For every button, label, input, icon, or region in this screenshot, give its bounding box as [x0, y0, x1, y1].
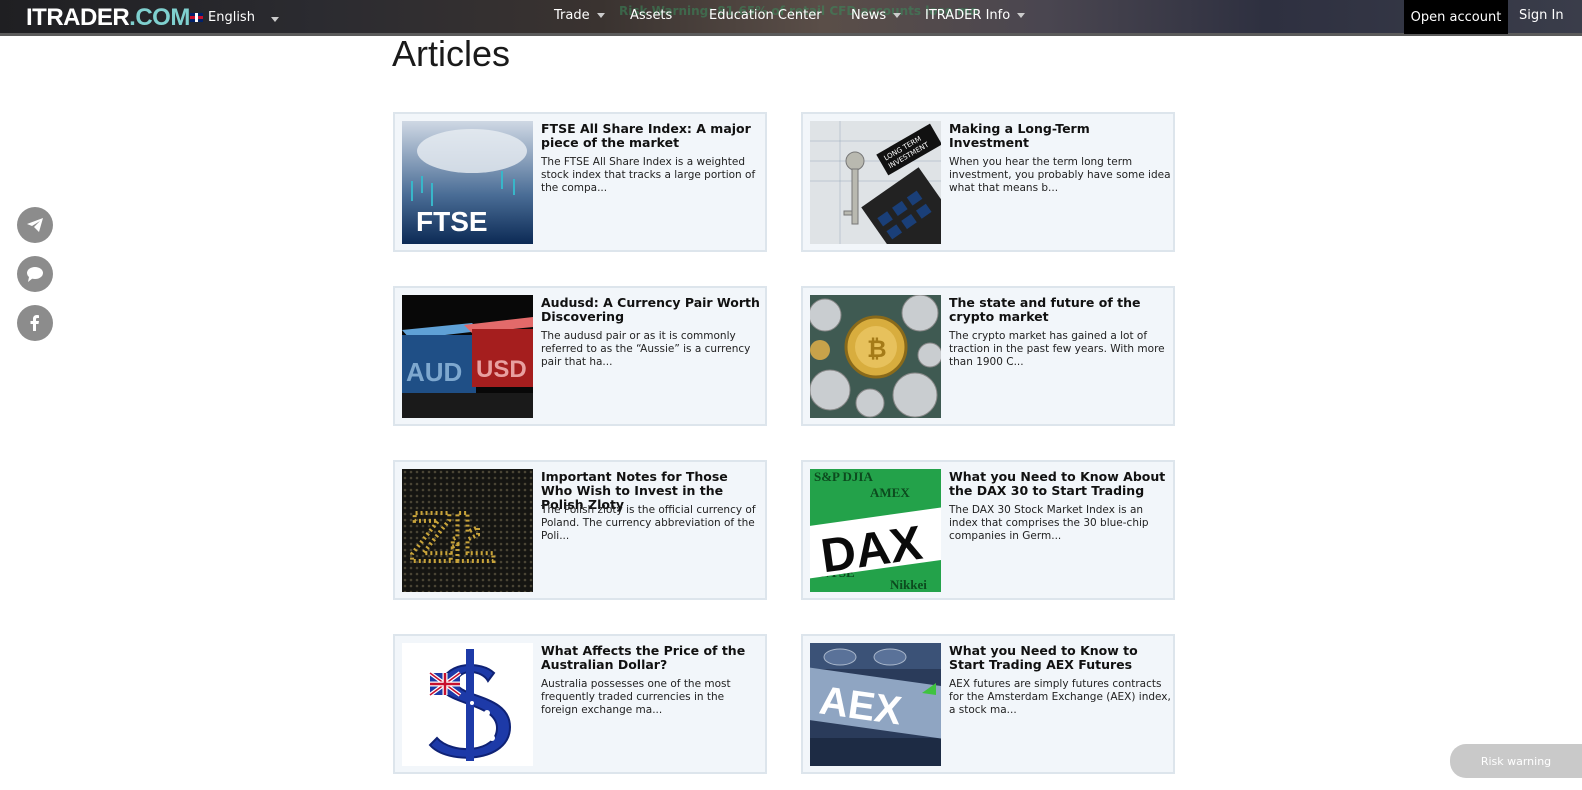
- article-excerpt: AEX futures are simply futures contracts…: [949, 678, 1171, 716]
- ftse-image[interactable]: FTSE: [402, 121, 533, 244]
- article-title[interactable]: What you Need to Know About the DAX 30 t…: [949, 470, 1169, 498]
- nav-news-label: News: [851, 8, 887, 23]
- article-excerpt: The audusd pair or as it is commonly ref…: [541, 330, 751, 368]
- article-title[interactable]: What Affects the Price of the Australian…: [541, 644, 761, 672]
- telegram-icon: [27, 218, 43, 232]
- article-excerpt: The DAX 30 Stock Market Index is an inde…: [949, 504, 1149, 542]
- chat-icon: [27, 267, 43, 282]
- zloty-image[interactable]: ZŁ: [402, 469, 533, 592]
- page-title: Articles: [392, 33, 511, 74]
- svg-text:USD: USD: [476, 356, 527, 383]
- uk-flag-icon: [190, 13, 203, 22]
- chat-button[interactable]: [17, 256, 53, 292]
- svg-text:AMEX: AMEX: [870, 485, 910, 500]
- article-excerpt: Australia possesses one of the most freq…: [541, 678, 731, 716]
- chevron-down-icon: [893, 13, 902, 18]
- long-term-investment-image[interactable]: LONG TERM INVESTMENT: [810, 121, 941, 244]
- language-label: English: [208, 10, 255, 25]
- aud-usd-image[interactable]: AUD USD: [402, 295, 533, 418]
- chevron-down-icon: [596, 13, 605, 18]
- article-card[interactable]: ₿ The state and future of the crypto mar…: [801, 286, 1175, 426]
- article-card[interactable]: ZŁ Important Notes for Those Who Wish to…: [393, 460, 767, 600]
- site-logo[interactable]: ITRADER.COM: [26, 4, 190, 32]
- nav-itrader-info[interactable]: ITRADER Info: [925, 8, 1026, 23]
- svg-text:FTSE: FTSE: [416, 206, 488, 237]
- article-excerpt: The FTSE All Share Index is a weighted s…: [541, 156, 756, 194]
- sign-in-link[interactable]: Sign In: [1519, 8, 1564, 23]
- article-excerpt: When you hear the term long term investm…: [949, 156, 1171, 194]
- svg-text:S&P DJIA: S&P DJIA: [814, 469, 873, 484]
- nav-trade[interactable]: Trade: [554, 8, 605, 23]
- article-title[interactable]: FTSE All Share Index: A major piece of t…: [541, 122, 761, 150]
- top-navigation-bar: ITRADER.COM English Risk Warning: 81.65%…: [0, 0, 1582, 36]
- article-title[interactable]: The state and future of the crypto marke…: [949, 296, 1169, 324]
- article-card[interactable]: S&P DJIAAMEXNYSENikkei DAX What you Need…: [801, 460, 1175, 600]
- nav-assets[interactable]: Assets: [630, 8, 672, 23]
- svg-text:AUD: AUD: [406, 357, 462, 387]
- article-excerpt: The Polish zloty is the official currenc…: [541, 504, 756, 542]
- svg-text:₿: ₿: [867, 335, 887, 363]
- language-selector[interactable]: English: [190, 10, 279, 25]
- article-excerpt: The crypto market has gained a lot of tr…: [949, 330, 1165, 368]
- risk-warning-button[interactable]: Risk warning: [1450, 744, 1582, 778]
- nav-education-center[interactable]: Education Center: [709, 8, 822, 23]
- article-card[interactable]: FTSE FTSE All Share Index: A major piece…: [393, 112, 767, 252]
- nav-trade-label: Trade: [554, 8, 590, 23]
- australian-dollar-image[interactable]: [402, 643, 533, 766]
- open-account-button[interactable]: Open account: [1404, 0, 1508, 34]
- facebook-button[interactable]: [17, 305, 53, 341]
- nav-assets-label: Assets: [630, 8, 673, 23]
- telegram-button[interactable]: [17, 207, 53, 243]
- chevron-down-icon: [1017, 13, 1026, 18]
- facebook-icon: [30, 315, 39, 331]
- svg-text:Nikkei: Nikkei: [890, 577, 927, 592]
- nav-education-label: Education Center: [709, 8, 822, 23]
- article-card[interactable]: AEX What you Need to Know to Start Tradi…: [801, 634, 1175, 774]
- article-card[interactable]: What Affects the Price of the Australian…: [393, 634, 767, 774]
- article-card[interactable]: AUD USD Audusd: A Currency Pair Worth Di…: [393, 286, 767, 426]
- dax-image[interactable]: S&P DJIAAMEXNYSENikkei DAX: [810, 469, 941, 592]
- svg-text:ZŁ: ZŁ: [410, 498, 496, 576]
- article-title[interactable]: Making a Long-Term Investment: [949, 122, 1169, 150]
- article-title[interactable]: What you Need to Know to Start Trading A…: [949, 644, 1169, 672]
- crypto-coins-image[interactable]: ₿: [810, 295, 941, 418]
- nav-news[interactable]: News: [851, 8, 902, 23]
- chevron-down-icon: [271, 17, 279, 22]
- nav-info-label: ITRADER Info: [925, 8, 1011, 23]
- article-title[interactable]: Audusd: A Currency Pair Worth Discoverin…: [541, 296, 761, 324]
- article-card[interactable]: LONG TERM INVESTMENT Making a Long-Term …: [801, 112, 1175, 252]
- aex-image[interactable]: AEX: [810, 643, 941, 766]
